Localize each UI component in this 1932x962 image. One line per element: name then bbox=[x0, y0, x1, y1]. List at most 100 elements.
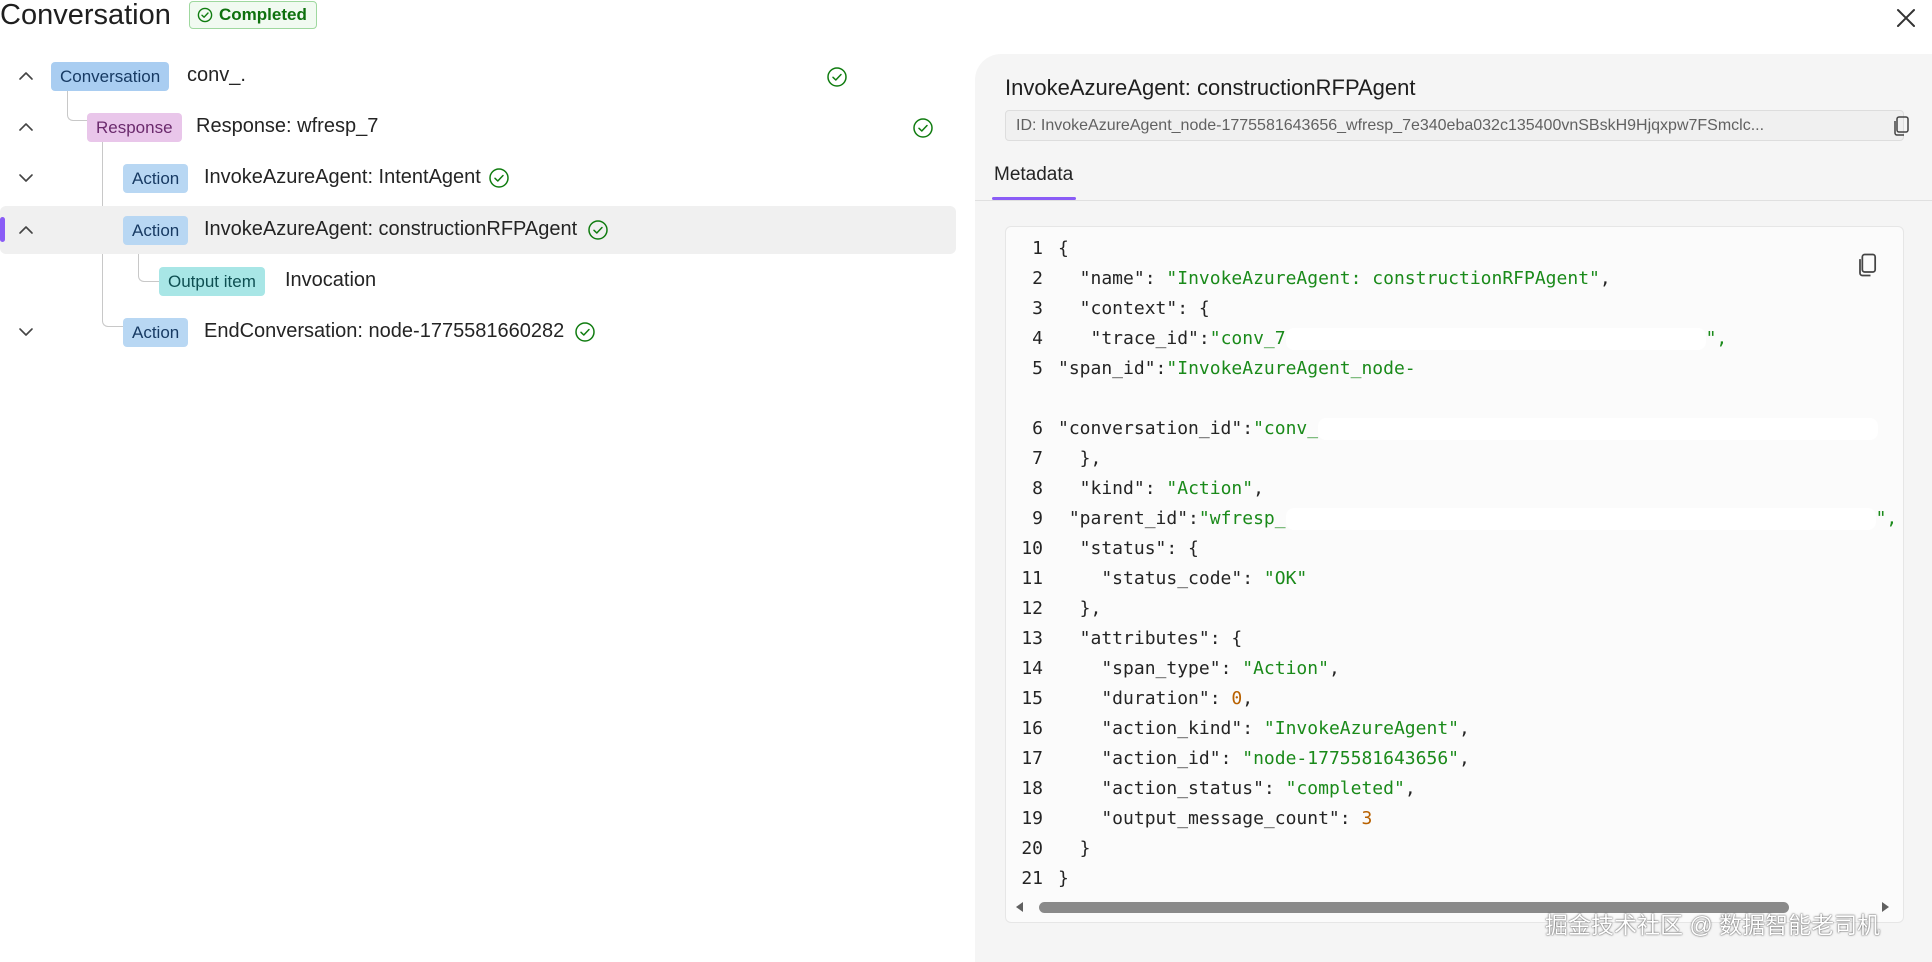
copy-icon[interactable] bbox=[1853, 251, 1881, 279]
tree-row-construction-rfp-agent[interactable]: Action InvokeAzureAgent: constructionRFP… bbox=[0, 206, 956, 254]
line-number: 4 bbox=[1032, 328, 1043, 349]
chevron-up-icon[interactable] bbox=[16, 117, 36, 137]
json-tail: , bbox=[1404, 778, 1416, 799]
json-editor[interactable]: 1{2 "name": "InvokeAzureAgent: construct… bbox=[1005, 226, 1904, 923]
close-icon[interactable] bbox=[1892, 4, 1920, 32]
code-line: 6 "conversation_id":"conv_ bbox=[1006, 414, 1896, 444]
json-tail: , bbox=[1459, 748, 1470, 769]
line-content: "action_kind": "InvokeAzureAgent", bbox=[1058, 714, 1470, 744]
line-content: "span_id":"InvokeAzureAgent_node- bbox=[1058, 354, 1416, 384]
json-tail: ", bbox=[1875, 508, 1898, 529]
json-key: "span_type" bbox=[1058, 658, 1221, 679]
json-key: "action_kind" bbox=[1058, 718, 1243, 739]
json-key: "name" bbox=[1058, 268, 1145, 289]
chevron-up-icon[interactable] bbox=[16, 220, 36, 240]
watermark: 掘金技术社区 @ 数据智能老司机 bbox=[1545, 912, 1881, 938]
row-label: InvokeAzureAgent: IntentAgent bbox=[204, 166, 481, 188]
code-line: 2 "name": "InvokeAzureAgent: constructio… bbox=[1006, 264, 1896, 294]
json-key: "span_id" bbox=[1058, 358, 1156, 379]
json-tail: ", bbox=[1705, 328, 1728, 349]
tree-row-output-item[interactable]: Output item Invocation bbox=[0, 257, 956, 305]
status-badge-label: Completed bbox=[219, 5, 307, 24]
type-badge: Action bbox=[123, 318, 189, 347]
line-number: 13 bbox=[1021, 628, 1043, 649]
line-content: "action_status": "completed", bbox=[1058, 774, 1416, 804]
line-content: }, bbox=[1058, 594, 1102, 624]
json-key: "kind" bbox=[1058, 478, 1145, 499]
tree-row-response[interactable]: Response Response: wfresp_7 bbox=[0, 103, 956, 151]
row-label: Invocation bbox=[285, 269, 377, 291]
copy-icon[interactable] bbox=[1889, 114, 1913, 138]
json-key: "parent_id" bbox=[1058, 508, 1189, 529]
json-separator: : bbox=[1263, 778, 1286, 799]
json-separator: : bbox=[1242, 718, 1264, 739]
code-line: 12 }, bbox=[1006, 594, 1896, 624]
code-line: 4 "trace_id":"conv_7 ", bbox=[1006, 324, 1896, 354]
line-number: 12 bbox=[1021, 598, 1043, 619]
code-line: 13 "attributes": { bbox=[1006, 624, 1896, 654]
tree-row-conversation[interactable]: Conversation conv_. bbox=[0, 52, 956, 100]
redacted-block bbox=[1285, 508, 1876, 530]
json-key: "conversation_id" bbox=[1058, 418, 1243, 439]
json-key: "duration" bbox=[1058, 688, 1210, 709]
json-separator: : bbox=[1209, 688, 1232, 709]
line-number: 18 bbox=[1021, 778, 1043, 799]
json-separator: : bbox=[1220, 658, 1243, 679]
tree-row-intent-agent[interactable]: Action InvokeAzureAgent: IntentAgent bbox=[0, 154, 956, 202]
id-field[interactable]: ID: InvokeAzureAgent_node-1775581643656_… bbox=[1005, 110, 1909, 141]
code-line: 16 "action_kind": "InvokeAzureAgent", bbox=[1006, 714, 1896, 744]
line-content: "name": "InvokeAzureAgent: constructionR… bbox=[1058, 264, 1611, 294]
json-separator: : bbox=[1144, 268, 1167, 289]
json-key: "context" bbox=[1058, 298, 1178, 319]
code-line: 18 "action_status": "completed", bbox=[1006, 774, 1896, 804]
json-value: "completed" bbox=[1285, 778, 1405, 799]
line-number: 16 bbox=[1021, 718, 1043, 739]
trace-tree: Conversation conv_. Response Response: w… bbox=[0, 52, 958, 352]
line-content: { bbox=[1058, 234, 1069, 264]
check-circle-icon bbox=[588, 220, 608, 240]
redacted-block bbox=[1318, 418, 1879, 440]
line-content: "status": { bbox=[1058, 534, 1199, 564]
check-circle-icon bbox=[489, 168, 509, 188]
json-separator: { bbox=[1058, 238, 1069, 259]
json-separator: : bbox=[1155, 358, 1167, 379]
chevron-up-icon[interactable] bbox=[16, 66, 36, 86]
line-content: "duration": 0, bbox=[1058, 684, 1253, 714]
json-separator: : bbox=[1339, 808, 1362, 829]
code-line: 1{ bbox=[1006, 234, 1896, 264]
tab-metadata[interactable]: Metadata bbox=[992, 164, 1075, 186]
scroll-right-arrow[interactable] bbox=[1882, 902, 1889, 912]
line-number: 10 bbox=[1021, 538, 1043, 559]
line-content: "output_message_count": 3 bbox=[1058, 804, 1372, 834]
code-line: 7 }, bbox=[1006, 444, 1896, 474]
id-text: ID: InvokeAzureAgent_node-1775581643656_… bbox=[1016, 117, 1765, 134]
code-line: 20 } bbox=[1006, 834, 1896, 864]
json-tail: , bbox=[1253, 478, 1264, 499]
json-separator: : { bbox=[1177, 298, 1210, 319]
check-circle-icon bbox=[913, 118, 933, 138]
line-number: 2 bbox=[1032, 268, 1043, 289]
type-badge: Action bbox=[123, 216, 189, 245]
chevron-down-icon[interactable] bbox=[16, 322, 36, 342]
line-number: 21 bbox=[1021, 868, 1043, 889]
chevron-down-icon[interactable] bbox=[16, 168, 36, 188]
line-number: 3 bbox=[1032, 298, 1043, 319]
json-key: }, bbox=[1058, 598, 1102, 619]
line-content: } bbox=[1058, 834, 1091, 864]
type-badge: Response bbox=[87, 113, 182, 142]
json-separator: : bbox=[1188, 508, 1199, 529]
check-circle-icon bbox=[575, 322, 595, 342]
json-key: "attributes" bbox=[1058, 628, 1210, 649]
tree-row-end-conversation[interactable]: Action EndConversation: node-17755816602… bbox=[0, 308, 956, 356]
tab-divider bbox=[975, 200, 1932, 201]
json-separator: : { bbox=[1209, 628, 1243, 649]
json-value: "OK" bbox=[1263, 568, 1308, 589]
json-tail: , bbox=[1599, 268, 1611, 289]
type-badge: Output item bbox=[159, 267, 265, 296]
row-label: InvokeAzureAgent: constructionRFPAgent bbox=[204, 218, 578, 240]
scroll-left-arrow[interactable] bbox=[1016, 902, 1023, 912]
line-content: "span_type": "Action", bbox=[1058, 654, 1339, 684]
row-label: conv_. bbox=[187, 64, 246, 86]
line-number: 17 bbox=[1021, 748, 1043, 769]
details-title: InvokeAzureAgent: constructionRFPAgent bbox=[1005, 75, 1416, 100]
